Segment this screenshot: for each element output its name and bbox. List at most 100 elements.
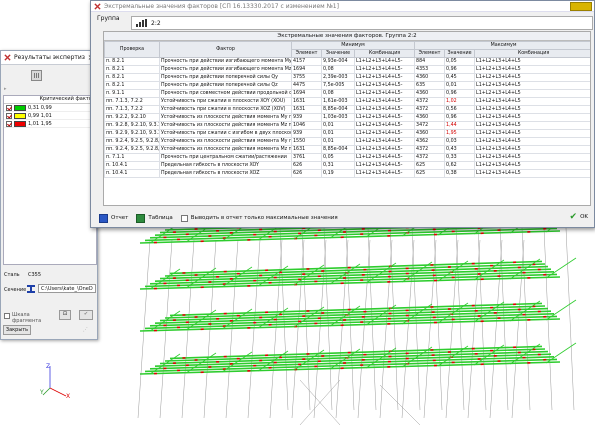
legend-checkbox[interactable] bbox=[6, 112, 12, 119]
col-check-header[interactable]: Проверка bbox=[104, 41, 160, 58]
resize-grip-icon[interactable]: ⋰ bbox=[83, 327, 88, 333]
expertise-results-window: Результаты экспертизы × ▸ Критический фа… bbox=[0, 50, 98, 340]
main-window-titlebar[interactable]: Экстремальные значения факторов [СП 16.1… bbox=[91, 1, 594, 12]
scale-checkbox[interactable] bbox=[4, 313, 10, 319]
col-max-element-header[interactable]: Элемент bbox=[414, 49, 446, 58]
cell-min-value: 0,08 bbox=[321, 89, 355, 98]
close-button[interactable]: Закрыть bbox=[3, 325, 31, 335]
cell-max-value: 0,96 bbox=[444, 65, 476, 74]
cell-min-value: 9,93e-004 bbox=[321, 57, 355, 66]
frame-column[interactable] bbox=[291, 239, 305, 419]
cell-min-combination: L1+L2+L3+L4+L5- bbox=[353, 65, 416, 74]
frame-column[interactable] bbox=[401, 239, 415, 419]
cell-min-combination: L1+L2+L3+L4+L5- bbox=[353, 73, 416, 82]
table-row[interactable]: пп. 9.2.4, 9.2.5, 9.2.8, 9.2.10Устойчиво… bbox=[104, 145, 590, 154]
legend-row[interactable]: 1,01 1,95 bbox=[4, 120, 96, 128]
cell-max-combination: L1+L2+L3+L4+L5 bbox=[474, 129, 590, 138]
factor-legend: Критический фактор 0,31 0,99 0,99 1,01 1… bbox=[3, 95, 97, 265]
cell-max-combination: L1+L2+L3+L4+L5 bbox=[474, 97, 590, 106]
cross-beam[interactable] bbox=[545, 299, 577, 321]
frame-column[interactable] bbox=[313, 239, 327, 419]
cell-max-combination: L1+L2+L3+L4+L5 bbox=[474, 169, 590, 178]
cell-check: п. 8.2.1 bbox=[104, 73, 160, 82]
ok-button[interactable]: ✔ OK bbox=[570, 212, 588, 222]
cell-min-combination: L1+L2+L3+L4+L5- bbox=[353, 57, 416, 66]
frame-column[interactable] bbox=[521, 227, 531, 411]
legend-swatch-yellow bbox=[14, 112, 26, 119]
section-path-field[interactable]: C:\Users\kate_\OneD bbox=[38, 284, 96, 293]
cell-max-combination: L1+L2+L3+L4+L5 bbox=[474, 161, 590, 170]
col-min-element-header[interactable]: Элемент bbox=[291, 49, 322, 58]
table-row[interactable]: п. 8.2.1 Прочность при действии поперечно… bbox=[104, 81, 590, 90]
cell-factor: Устойчивость из плоскости действия момен… bbox=[159, 145, 292, 154]
only-max-checkbox[interactable] bbox=[180, 214, 188, 222]
table-row[interactable]: пп. 9.2.8, 9.2.10, 9.3.1 Устойчивость из … bbox=[104, 121, 590, 130]
legend-row[interactable]: 0,99 1,01 bbox=[4, 112, 96, 120]
legend-row[interactable]: 0,31 0,99 bbox=[4, 104, 96, 112]
table-row[interactable]: пп. 7.1.3, 7.2.2 Устойчивость при сжатии … bbox=[104, 97, 590, 106]
table-row[interactable]: п. 10.4.1 Предельная гибкость в плоскости… bbox=[104, 161, 590, 170]
frame-column[interactable] bbox=[269, 239, 283, 419]
apply-check-icon[interactable]: ✔ bbox=[79, 310, 93, 320]
cell-max-element: 4372 bbox=[414, 105, 446, 114]
cell-max-element: 3472 bbox=[414, 121, 446, 130]
cell-factor: Прочность при действии изгибающего момен… bbox=[159, 65, 292, 74]
table-row[interactable]: п. 9.1.1 Прочность при совместном действи… bbox=[104, 89, 590, 98]
cell-max-element: 4372 bbox=[414, 97, 446, 106]
col-min-value-header[interactable]: Значение bbox=[321, 49, 355, 58]
check-icon: ✔ bbox=[569, 212, 578, 222]
frame-column[interactable] bbox=[323, 227, 333, 411]
table-row[interactable]: пп. 9.2.9, 9.2.10, 9.3.1 Устойчивость при… bbox=[104, 129, 590, 138]
cross-beam[interactable] bbox=[545, 257, 577, 279]
col-max-value-header[interactable]: Значение bbox=[444, 49, 476, 58]
table-row[interactable]: пп. 7.1.3, 7.2.2 Устойчивость при сжатии … bbox=[104, 105, 590, 114]
bar-chart-icon bbox=[136, 19, 147, 27]
table-row[interactable]: пп. 9.2.4, 9.2.5, 9.2.8, 9.2.10Устойчиво… bbox=[104, 137, 590, 146]
options-icon[interactable]: ⊡ bbox=[59, 310, 71, 320]
section-icon[interactable] bbox=[26, 284, 36, 294]
table-row[interactable]: п. 10.4.1 Предельная гибкость в плоскости… bbox=[104, 169, 590, 178]
cell-max-value: 1,44 bbox=[444, 121, 476, 130]
table-button[interactable]: Таблица bbox=[136, 213, 173, 223]
results-window-titlebar[interactable]: Результаты экспертизы × bbox=[1, 51, 97, 65]
report-button[interactable]: Отчет bbox=[99, 213, 128, 223]
axis-x-label: X bbox=[66, 393, 70, 400]
col-factor-header[interactable]: Фактор bbox=[159, 41, 292, 58]
legend-checkbox[interactable] bbox=[6, 120, 12, 127]
cell-min-element: 939 bbox=[291, 129, 322, 138]
only-max-option[interactable]: Выводить в отчет только максимальные зна… bbox=[180, 214, 338, 222]
table-caption: Экстремальные значения факторов. Группа … bbox=[104, 32, 590, 41]
frame-column[interactable] bbox=[489, 239, 503, 419]
cell-check: п. 8.2.1 bbox=[104, 81, 160, 90]
collapse-chevron-icon[interactable]: ▸ bbox=[4, 86, 7, 92]
section-label: Сечение bbox=[4, 287, 27, 293]
frame-column[interactable] bbox=[159, 239, 173, 419]
frame-column[interactable] bbox=[247, 239, 261, 419]
group-select[interactable]: 2:2 bbox=[131, 16, 593, 30]
frame-column[interactable] bbox=[565, 227, 575, 411]
legend-checkbox[interactable] bbox=[6, 104, 12, 111]
cell-factor: Устойчивость при сжатии в плоскости XOZ … bbox=[159, 105, 292, 114]
cell-max-combination: L1+L2+L3+L4+L5 bbox=[474, 81, 590, 90]
axis-y-label: Y bbox=[40, 389, 44, 396]
frame-column[interactable] bbox=[499, 227, 509, 411]
cell-max-combination: L1+L2+L3+L4+L5 bbox=[474, 105, 590, 114]
status-indicator-icon bbox=[570, 2, 592, 11]
table-row[interactable]: пп. 9.2.2, 9.2.10 Устойчивость из плоскос… bbox=[104, 113, 590, 122]
frame-brace[interactable] bbox=[379, 384, 421, 426]
table-row[interactable]: п. 8.2.1 Прочность при действии изгибающе… bbox=[104, 65, 590, 74]
col-max-combination-header[interactable]: Комбинация bbox=[474, 49, 590, 58]
cell-min-value: 2,39e-003 bbox=[321, 73, 355, 82]
table-row[interactable]: п. 8.2.1 Прочность при действии поперечно… bbox=[104, 73, 590, 82]
frame-column[interactable] bbox=[411, 227, 421, 411]
main-window-title: Экстремальные значения факторов [СП 16.1… bbox=[104, 2, 339, 10]
table-row[interactable]: п. 8.2.1 Прочность при действии изгибающе… bbox=[104, 57, 590, 66]
frame-column[interactable] bbox=[335, 239, 349, 419]
cell-min-combination: L1+L2+L3+L4+L5- bbox=[353, 161, 416, 170]
table-row[interactable]: п. 7.1.1 Прочность при центральном сжатии… bbox=[104, 153, 590, 162]
table-view-button[interactable] bbox=[31, 70, 42, 81]
cell-factor: Устойчивость из плоскости действия момен… bbox=[159, 113, 292, 122]
col-min-combination-header[interactable]: Комбинация bbox=[353, 49, 416, 58]
cell-min-element: 939 bbox=[291, 113, 322, 122]
cell-check: п. 8.2.1 bbox=[104, 65, 160, 74]
